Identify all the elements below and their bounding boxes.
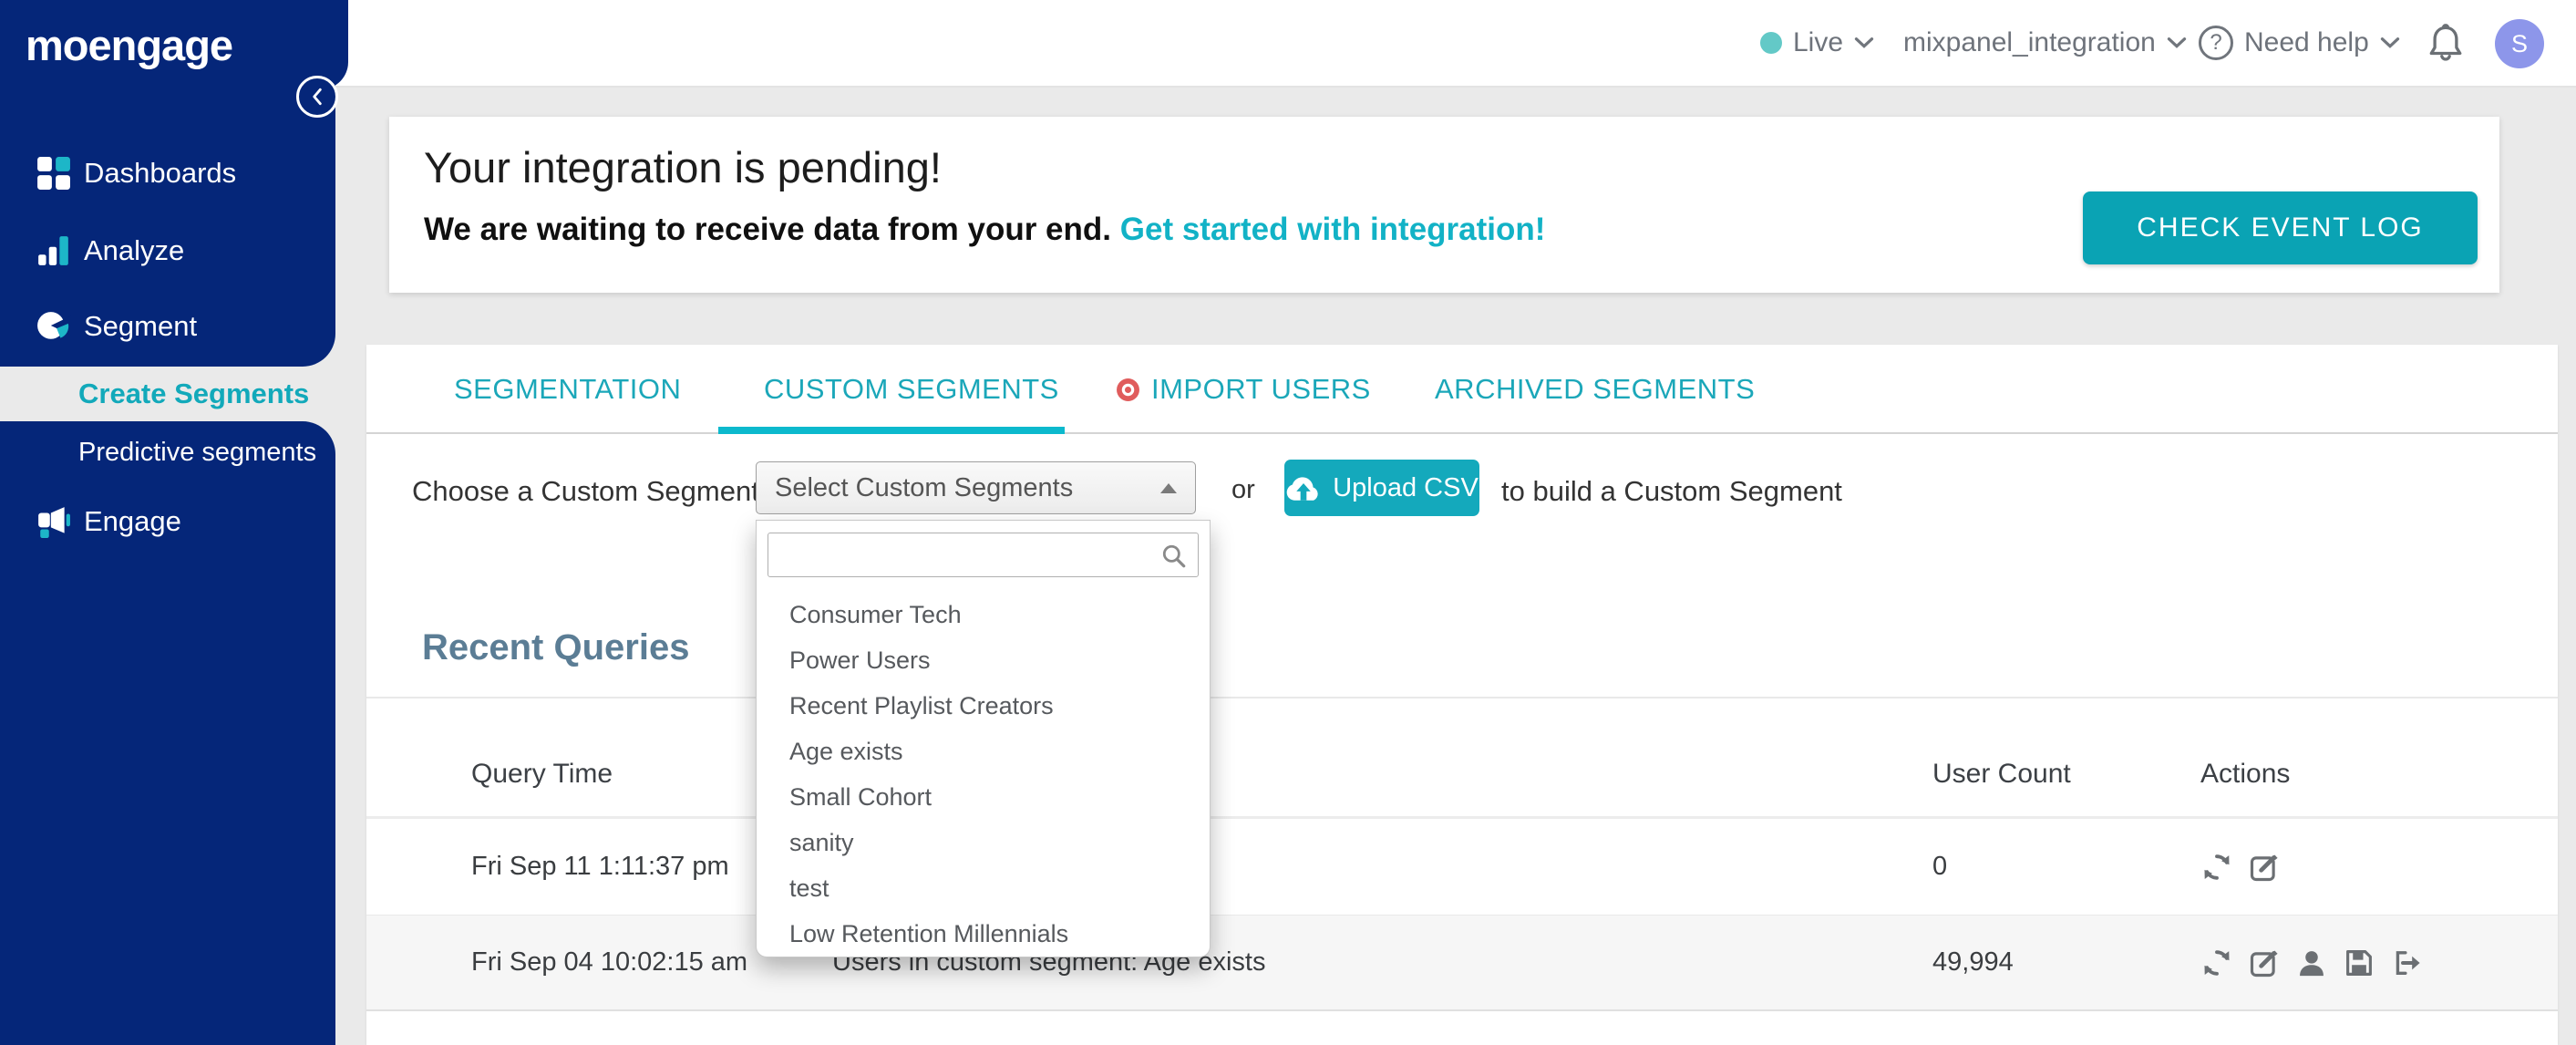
- environment-switcher[interactable]: Live: [1760, 0, 1874, 86]
- record-dot-icon: [1117, 378, 1139, 401]
- tab-segmentation[interactable]: SEGMENTATION: [454, 345, 681, 434]
- actions-cell: [2200, 947, 2423, 979]
- banner-subtitle: We are waiting to receive data from your…: [424, 212, 1546, 247]
- export-icon[interactable]: [2390, 947, 2423, 979]
- chevron-down-icon: [2380, 37, 2399, 48]
- pie-chart-icon: [37, 312, 71, 339]
- actions-cell: [2200, 851, 2281, 884]
- banner-title: Your integration is pending!: [424, 143, 942, 191]
- dropdown-option[interactable]: Low Retention Millennials: [757, 911, 1210, 957]
- chooser-suffix-text: to build a Custom Segment: [1501, 475, 1842, 507]
- sidebar-item-segment[interactable]: Segment: [36, 303, 197, 350]
- question-circle-icon: ?: [2199, 26, 2233, 60]
- save-icon[interactable]: [2343, 947, 2375, 979]
- chevron-left-icon: [313, 88, 322, 106]
- column-header-user-count: User Count: [1932, 758, 2071, 789]
- active-tab-underline: [718, 427, 1065, 434]
- tab-import-users[interactable]: IMPORT USERS: [1116, 345, 1371, 434]
- bell-icon: [2429, 24, 2462, 61]
- dropdown-option[interactable]: Consumer Tech: [757, 592, 1210, 637]
- tab-archived-segments[interactable]: ARCHIVED SEGMENTS: [1435, 345, 1755, 434]
- custom-segments-dropdown: Consumer Tech Power Users Recent Playlis…: [756, 520, 1211, 957]
- table-row: Fri Sep 04 10:02:15 am Users in custom s…: [366, 916, 2558, 1011]
- environment-label: Live: [1793, 27, 1844, 57]
- user-avatar[interactable]: S: [2495, 19, 2544, 68]
- user-count-cell: 49,994: [1932, 947, 2014, 977]
- help-menu[interactable]: ? Need help: [2199, 0, 2400, 86]
- megaphone-icon: [38, 507, 70, 538]
- dropdown-option[interactable]: Recent Playlist Creators: [757, 683, 1210, 729]
- tab-custom-segments[interactable]: CUSTOM SEGMENTS: [764, 345, 1059, 434]
- workspace-label: mixpanel_integration: [1903, 27, 2156, 57]
- column-header-actions: Actions: [2200, 758, 2291, 789]
- refresh-icon[interactable]: [2200, 851, 2233, 884]
- get-started-link[interactable]: Get started with integration!: [1120, 212, 1546, 247]
- recent-queries-heading: Recent Queries: [422, 627, 690, 667]
- sidebar-item-predictive-segments[interactable]: Predictive segments: [78, 429, 316, 475]
- table-header-row: Query Time User Count Actions: [366, 698, 2558, 819]
- segments-card: SEGMENTATION CUSTOM SEGMENTS IMPORT USER…: [366, 345, 2558, 1045]
- user-count-cell: 0: [1932, 852, 1948, 881]
- workspace-switcher[interactable]: mixpanel_integration: [1903, 0, 2187, 86]
- caret-up-icon: [1160, 482, 1177, 493]
- dropdown-option[interactable]: test: [757, 865, 1210, 911]
- tab-bar: SEGMENTATION CUSTOM SEGMENTS IMPORT USER…: [366, 345, 2558, 434]
- search-icon: [1162, 544, 1186, 568]
- live-status-dot-icon: [1760, 32, 1782, 54]
- dropdown-option[interactable]: Power Users: [757, 637, 1210, 683]
- edit-icon[interactable]: [2248, 851, 2281, 884]
- moengage-logo[interactable]: moengage: [26, 20, 233, 70]
- sidebar-item-analyze[interactable]: Analyze: [36, 227, 184, 274]
- edit-icon[interactable]: [2248, 947, 2281, 979]
- chooser-label: Choose a Custom Segment:: [412, 475, 768, 507]
- integration-pending-banner: Your integration is pending! We are wait…: [389, 117, 2499, 293]
- dropdown-options-list: Consumer Tech Power Users Recent Playlis…: [757, 592, 1210, 957]
- upload-csv-button[interactable]: Upload CSV: [1284, 460, 1479, 516]
- dropdown-option[interactable]: sanity: [757, 820, 1210, 865]
- help-label: Need help: [2244, 27, 2369, 57]
- segment-chooser-row: Choose a Custom Segment: Select Custom S…: [366, 434, 2558, 571]
- notifications-button[interactable]: [2427, 0, 2465, 86]
- sidebar-collapse-button[interactable]: [296, 76, 338, 118]
- logo-block: moengage: [0, 0, 348, 89]
- custom-segments-select[interactable]: Select Custom Segments: [756, 461, 1196, 514]
- bar-chart-icon: [38, 236, 68, 265]
- sidebar-item-dashboards[interactable]: Dashboards: [36, 150, 236, 197]
- segment-search-input[interactable]: [768, 533, 1199, 577]
- table-row: Fri Sep 11 1:11:37 pm 0: [366, 819, 2558, 916]
- refresh-icon[interactable]: [2200, 947, 2233, 979]
- chevron-down-icon: [2167, 37, 2186, 48]
- cloud-upload-icon: [1286, 476, 1318, 501]
- grid-icon: [37, 157, 70, 190]
- dropdown-option[interactable]: Age exists: [757, 729, 1210, 774]
- sidebar-item-engage[interactable]: Engage: [36, 498, 181, 545]
- chevron-down-icon: [1854, 37, 1874, 48]
- user-icon[interactable]: [2295, 947, 2328, 979]
- sidebar-item-create-segments[interactable]: Create Segments: [35, 367, 335, 421]
- dropdown-option[interactable]: Small Cohort: [757, 774, 1210, 820]
- or-text: or: [1231, 475, 1255, 504]
- top-bar: Live mixpanel_integration ? Need help S: [0, 0, 2576, 88]
- check-event-log-button[interactable]: CHECK EVENT LOG: [2083, 191, 2478, 264]
